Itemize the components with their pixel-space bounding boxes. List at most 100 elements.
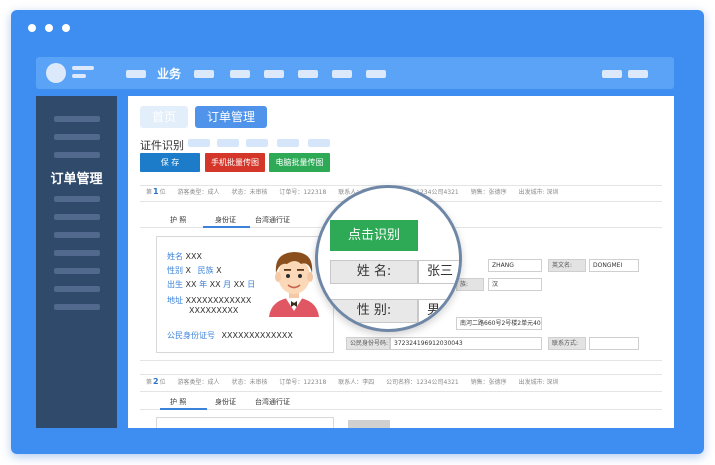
ethnic-label: 族: — [456, 278, 484, 291]
nav-item-business[interactable]: 业务 — [157, 65, 181, 82]
record-no-prefix: 第 — [146, 379, 153, 386]
sidebar: 订单管理 — [36, 96, 117, 428]
field-placeholder — [348, 420, 390, 428]
sidebar-item-order-management[interactable]: 订单管理 — [36, 168, 117, 187]
sidebar-item[interactable] — [54, 134, 100, 140]
document-tabs: 护 照 身份证 台湾通行证 — [140, 396, 662, 410]
sidebar-item[interactable] — [54, 304, 100, 310]
order-number: 订单号：122318 — [279, 379, 327, 386]
section-tab[interactable] — [308, 139, 330, 147]
id-birth-key: 出生 — [167, 280, 183, 289]
divider — [140, 360, 662, 361]
tab-home[interactable]: 首页 — [140, 106, 188, 128]
tab-id-card[interactable]: 身份证 — [215, 397, 236, 407]
sidebar-item[interactable] — [54, 286, 100, 292]
record-number: 1 — [153, 187, 159, 196]
id-day-key: 日 — [247, 280, 256, 289]
active-tab-indicator — [160, 408, 207, 410]
nav-item[interactable] — [298, 70, 318, 78]
nav-item[interactable] — [366, 70, 386, 78]
window-dot-icon — [45, 24, 53, 32]
address-input[interactable]: 南河二路660号2号楼2单元402室 — [456, 317, 542, 330]
english-name-input[interactable]: DONGMEI — [589, 259, 639, 272]
section-title: 证件识别 — [140, 139, 184, 152]
ethnic-input[interactable]: 汉 — [488, 278, 542, 291]
nav-item[interactable] — [264, 70, 284, 78]
gender-label: 性 别: — [330, 299, 418, 323]
record-no-suffix: 位 — [159, 189, 166, 196]
name-input[interactable]: 张三 — [418, 260, 459, 284]
id-ethnic-key: 民族 — [197, 266, 214, 275]
id-address-value-2: XXXXXXXXX — [189, 306, 239, 315]
nav-item[interactable] — [126, 70, 146, 78]
settings-menu[interactable] — [628, 70, 648, 78]
id-birth-year: XX — [185, 280, 197, 289]
save-button[interactable]: 保 存 — [140, 153, 200, 172]
id-name-key: 姓名 — [167, 252, 183, 261]
section-tab[interactable] — [277, 139, 299, 147]
record-number: 2 — [153, 377, 159, 386]
english-name-label: 英文名: — [548, 259, 586, 272]
id-address-key: 地址 — [167, 296, 183, 305]
id-month-key: 月 — [223, 280, 232, 289]
tab-taiwan-pass[interactable]: 台湾通行证 — [255, 215, 290, 225]
contact-input[interactable] — [589, 337, 639, 350]
sidebar-item[interactable] — [54, 250, 100, 256]
salesperson: 销售：张德序 — [470, 379, 507, 386]
tab-id-card[interactable]: 身份证 — [215, 215, 236, 225]
id-card-preview — [156, 417, 334, 428]
active-tab-indicator — [203, 226, 250, 228]
nav-item[interactable] — [194, 70, 214, 78]
record-header: 第2位 游客类型：成人 状态：未审核 订单号：122318 联系人：李四 公司名… — [146, 377, 569, 386]
company-name: 公司名称：1234公司4321 — [386, 379, 459, 386]
id-gender-value: X — [185, 266, 192, 275]
tab-passport[interactable]: 护 照 — [170, 397, 186, 407]
nav-item[interactable] — [230, 70, 250, 78]
id-address-value-1: XXXXXXXXXXXX — [185, 296, 252, 305]
id-year-key: 年 — [199, 280, 208, 289]
id-name-value: XXX — [185, 252, 202, 261]
id-birth-day: XX — [233, 280, 245, 289]
sidebar-item[interactable] — [54, 116, 100, 122]
divider — [140, 391, 662, 392]
window-dot-icon — [28, 24, 36, 32]
sidebar-item[interactable] — [54, 232, 100, 238]
section-tab[interactable] — [217, 139, 239, 147]
magnifier-callout: 点击识别 姓 名: 张三 性 别: 男 — [315, 185, 462, 332]
id-birth-month: XX — [209, 280, 221, 289]
salesperson: 销售：张德序 — [470, 189, 507, 196]
id-number-label: 公民身份号码: — [346, 337, 390, 350]
name-label: 姓 名: — [330, 260, 418, 284]
sidebar-item[interactable] — [54, 196, 100, 202]
departure-city: 出发城市: 深圳 — [518, 189, 559, 196]
phone-batch-upload-button[interactable]: 手机批量传图 — [205, 153, 265, 172]
contact-label: 联系方式: — [548, 337, 586, 350]
nav-item[interactable] — [332, 70, 352, 78]
logo-bar — [72, 74, 86, 78]
id-number-input[interactable]: 372324196912030043 — [390, 337, 542, 350]
record-no-suffix: 位 — [159, 379, 166, 386]
guest-type: 游客类型：成人 — [177, 379, 220, 386]
logo-icon — [46, 63, 66, 83]
recognize-button[interactable]: 点击识别 — [330, 220, 418, 251]
record-status: 状态：未审核 — [231, 379, 268, 386]
window-dot-icon — [62, 24, 70, 32]
record-status: 状态：未审核 — [231, 189, 268, 196]
user-menu[interactable] — [602, 70, 622, 78]
gender-input[interactable]: 男 — [418, 299, 459, 323]
divider — [140, 374, 662, 375]
record-no-prefix: 第 — [146, 189, 153, 196]
tab-taiwan-pass[interactable]: 台湾通行证 — [255, 397, 290, 407]
pinyin-surname-input[interactable]: ZHANG — [488, 259, 542, 272]
section-tab[interactable] — [188, 139, 210, 147]
tab-order-management[interactable]: 订单管理 — [195, 106, 267, 128]
pc-batch-upload-button[interactable]: 电脑批量传图 — [269, 153, 330, 172]
tab-passport[interactable]: 护 照 — [170, 215, 186, 225]
id-gender-key: 性别 — [167, 266, 183, 275]
sidebar-item[interactable] — [54, 268, 100, 274]
sidebar-item[interactable] — [54, 214, 100, 220]
sidebar-item[interactable] — [54, 152, 100, 158]
id-number-key: 公民身份证号 — [167, 331, 215, 340]
order-number: 订单号：122318 — [279, 189, 327, 196]
section-tab[interactable] — [246, 139, 268, 147]
